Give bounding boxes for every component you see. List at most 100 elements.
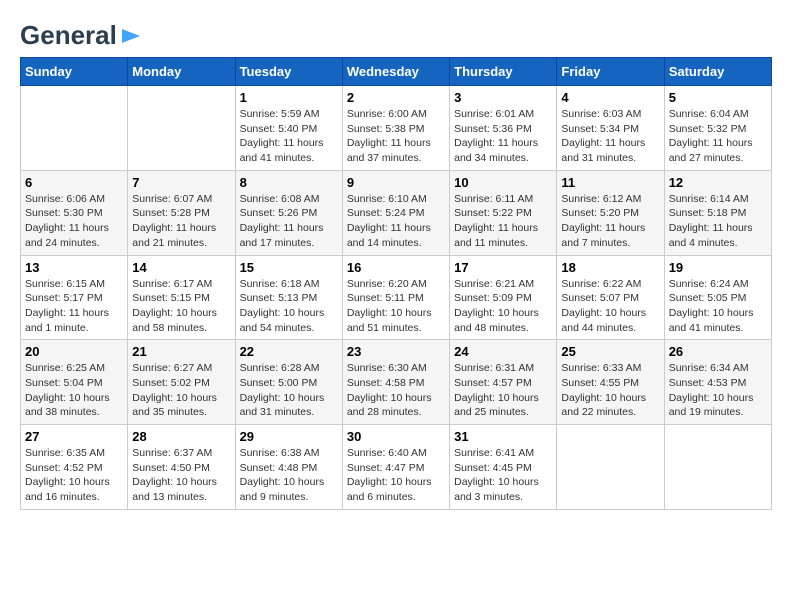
day-number: 16 (347, 260, 445, 275)
calendar-week-2: 6Sunrise: 6:06 AM Sunset: 5:30 PM Daylig… (21, 170, 772, 255)
day-number: 2 (347, 90, 445, 105)
day-number: 21 (132, 344, 230, 359)
logo-arrow-icon (120, 25, 142, 47)
calendar-cell: 28 Sunrise: 6:37 AM Sunset: 4:50 PM Dayli… (128, 425, 235, 510)
day-number: 5 (669, 90, 767, 105)
day-info: Sunrise: 6:35 AM Sunset: 4:52 PM Dayligh… (25, 446, 123, 505)
calendar-cell: 9 Sunrise: 6:10 AM Sunset: 5:24 PM Daylig… (342, 170, 449, 255)
calendar-cell: 10Sunrise: 6:11 AM Sunset: 5:22 PM Dayli… (450, 170, 557, 255)
day-info: Sunrise: 6:01 AM Sunset: 5:36 PM Dayligh… (454, 107, 552, 166)
calendar-cell (664, 425, 771, 510)
day-info: Sunrise: 6:33 AM Sunset: 4:55 PM Dayligh… (561, 361, 659, 420)
day-number: 20 (25, 344, 123, 359)
calendar-cell: 27 Sunrise: 6:35 AM Sunset: 4:52 PM Dayli… (21, 425, 128, 510)
day-info: Sunrise: 6:30 AM Sunset: 4:58 PM Dayligh… (347, 361, 445, 420)
day-number: 13 (25, 260, 123, 275)
day-info: Sunrise: 6:14 AM Sunset: 5:18 PM Dayligh… (669, 192, 767, 251)
day-info: Sunrise: 6:38 AM Sunset: 4:48 PM Dayligh… (240, 446, 338, 505)
day-number: 31 (454, 429, 552, 444)
day-number: 14 (132, 260, 230, 275)
day-info: Sunrise: 6:22 AM Sunset: 5:07 PM Dayligh… (561, 277, 659, 336)
calendar-cell: 30 Sunrise: 6:40 AM Sunset: 4:47 PM Dayli… (342, 425, 449, 510)
day-number: 30 (347, 429, 445, 444)
header-tuesday: Tuesday (235, 58, 342, 86)
day-number: 22 (240, 344, 338, 359)
calendar-week-5: 27 Sunrise: 6:35 AM Sunset: 4:52 PM Dayli… (21, 425, 772, 510)
day-number: 19 (669, 260, 767, 275)
day-number: 28 (132, 429, 230, 444)
day-number: 18 (561, 260, 659, 275)
calendar-cell: 7Sunrise: 6:07 AM Sunset: 5:28 PM Daylig… (128, 170, 235, 255)
day-number: 24 (454, 344, 552, 359)
day-info: Sunrise: 6:37 AM Sunset: 4:50 PM Dayligh… (132, 446, 230, 505)
calendar-week-3: 13Sunrise: 6:15 AM Sunset: 5:17 PM Dayli… (21, 255, 772, 340)
calendar-cell: 11 Sunrise: 6:12 AM Sunset: 5:20 PM Dayli… (557, 170, 664, 255)
day-info: Sunrise: 6:03 AM Sunset: 5:34 PM Dayligh… (561, 107, 659, 166)
calendar-cell: 6Sunrise: 6:06 AM Sunset: 5:30 PM Daylig… (21, 170, 128, 255)
day-info: Sunrise: 6:10 AM Sunset: 5:24 PM Dayligh… (347, 192, 445, 251)
calendar-body: 1Sunrise: 5:59 AM Sunset: 5:40 PM Daylig… (21, 86, 772, 510)
calendar-cell: 12 Sunrise: 6:14 AM Sunset: 5:18 PM Dayli… (664, 170, 771, 255)
calendar-week-1: 1Sunrise: 5:59 AM Sunset: 5:40 PM Daylig… (21, 86, 772, 171)
day-number: 3 (454, 90, 552, 105)
day-info: Sunrise: 5:59 AM Sunset: 5:40 PM Dayligh… (240, 107, 338, 166)
day-number: 27 (25, 429, 123, 444)
day-info: Sunrise: 6:18 AM Sunset: 5:13 PM Dayligh… (240, 277, 338, 336)
day-number: 4 (561, 90, 659, 105)
header-monday: Monday (128, 58, 235, 86)
calendar-cell: 4 Sunrise: 6:03 AM Sunset: 5:34 PM Daylig… (557, 86, 664, 171)
calendar-cell: 1Sunrise: 5:59 AM Sunset: 5:40 PM Daylig… (235, 86, 342, 171)
calendar-cell (21, 86, 128, 171)
page-header: G eneral (20, 20, 772, 47)
calendar-cell: 16Sunrise: 6:20 AM Sunset: 5:11 PM Dayli… (342, 255, 449, 340)
day-info: Sunrise: 6:06 AM Sunset: 5:30 PM Dayligh… (25, 192, 123, 251)
day-info: Sunrise: 6:11 AM Sunset: 5:22 PM Dayligh… (454, 192, 552, 251)
calendar-cell (557, 425, 664, 510)
calendar-cell: 18 Sunrise: 6:22 AM Sunset: 5:07 PM Dayli… (557, 255, 664, 340)
day-number: 9 (347, 175, 445, 190)
calendar-cell: 20Sunrise: 6:25 AM Sunset: 5:04 PM Dayli… (21, 340, 128, 425)
day-number: 29 (240, 429, 338, 444)
day-info: Sunrise: 6:07 AM Sunset: 5:28 PM Dayligh… (132, 192, 230, 251)
day-number: 8 (240, 175, 338, 190)
calendar-cell: 26 Sunrise: 6:34 AM Sunset: 4:53 PM Dayli… (664, 340, 771, 425)
calendar-cell: 5 Sunrise: 6:04 AM Sunset: 5:32 PM Daylig… (664, 86, 771, 171)
day-number: 17 (454, 260, 552, 275)
day-info: Sunrise: 6:04 AM Sunset: 5:32 PM Dayligh… (669, 107, 767, 166)
day-number: 15 (240, 260, 338, 275)
calendar-cell: 13Sunrise: 6:15 AM Sunset: 5:17 PM Dayli… (21, 255, 128, 340)
day-number: 23 (347, 344, 445, 359)
day-info: Sunrise: 6:31 AM Sunset: 4:57 PM Dayligh… (454, 361, 552, 420)
calendar-cell: 3 Sunrise: 6:01 AM Sunset: 5:36 PM Daylig… (450, 86, 557, 171)
calendar-cell: 31 Sunrise: 6:41 AM Sunset: 4:45 PM Dayli… (450, 425, 557, 510)
calendar-cell (128, 86, 235, 171)
day-info: Sunrise: 6:41 AM Sunset: 4:45 PM Dayligh… (454, 446, 552, 505)
day-info: Sunrise: 6:34 AM Sunset: 4:53 PM Dayligh… (669, 361, 767, 420)
day-info: Sunrise: 6:00 AM Sunset: 5:38 PM Dayligh… (347, 107, 445, 166)
calendar-header: Sunday Monday Tuesday Wednesday Thursday… (21, 58, 772, 86)
calendar-cell: 24 Sunrise: 6:31 AM Sunset: 4:57 PM Dayli… (450, 340, 557, 425)
calendar-cell: 2 Sunrise: 6:00 AM Sunset: 5:38 PM Daylig… (342, 86, 449, 171)
day-number: 12 (669, 175, 767, 190)
calendar-cell: 15 Sunrise: 6:18 AM Sunset: 5:13 PM Dayli… (235, 255, 342, 340)
header-saturday: Saturday (664, 58, 771, 86)
day-number: 11 (561, 175, 659, 190)
calendar-cell: 25Sunrise: 6:33 AM Sunset: 4:55 PM Dayli… (557, 340, 664, 425)
calendar-cell: 19 Sunrise: 6:24 AM Sunset: 5:05 PM Dayli… (664, 255, 771, 340)
logo: G eneral (20, 20, 142, 47)
calendar-cell: 14 Sunrise: 6:17 AM Sunset: 5:15 PM Dayli… (128, 255, 235, 340)
day-info: Sunrise: 6:40 AM Sunset: 4:47 PM Dayligh… (347, 446, 445, 505)
day-info: Sunrise: 6:24 AM Sunset: 5:05 PM Dayligh… (669, 277, 767, 336)
calendar-week-4: 20Sunrise: 6:25 AM Sunset: 5:04 PM Dayli… (21, 340, 772, 425)
calendar-cell: 21 Sunrise: 6:27 AM Sunset: 5:02 PM Dayli… (128, 340, 235, 425)
day-info: Sunrise: 6:17 AM Sunset: 5:15 PM Dayligh… (132, 277, 230, 336)
header-friday: Friday (557, 58, 664, 86)
header-sunday: Sunday (21, 58, 128, 86)
day-info: Sunrise: 6:21 AM Sunset: 5:09 PM Dayligh… (454, 277, 552, 336)
calendar-cell: 23 Sunrise: 6:30 AM Sunset: 4:58 PM Dayli… (342, 340, 449, 425)
calendar-cell: 22Sunrise: 6:28 AM Sunset: 5:00 PM Dayli… (235, 340, 342, 425)
weekday-row: Sunday Monday Tuesday Wednesday Thursday… (21, 58, 772, 86)
day-info: Sunrise: 6:12 AM Sunset: 5:20 PM Dayligh… (561, 192, 659, 251)
day-number: 26 (669, 344, 767, 359)
day-info: Sunrise: 6:27 AM Sunset: 5:02 PM Dayligh… (132, 361, 230, 420)
